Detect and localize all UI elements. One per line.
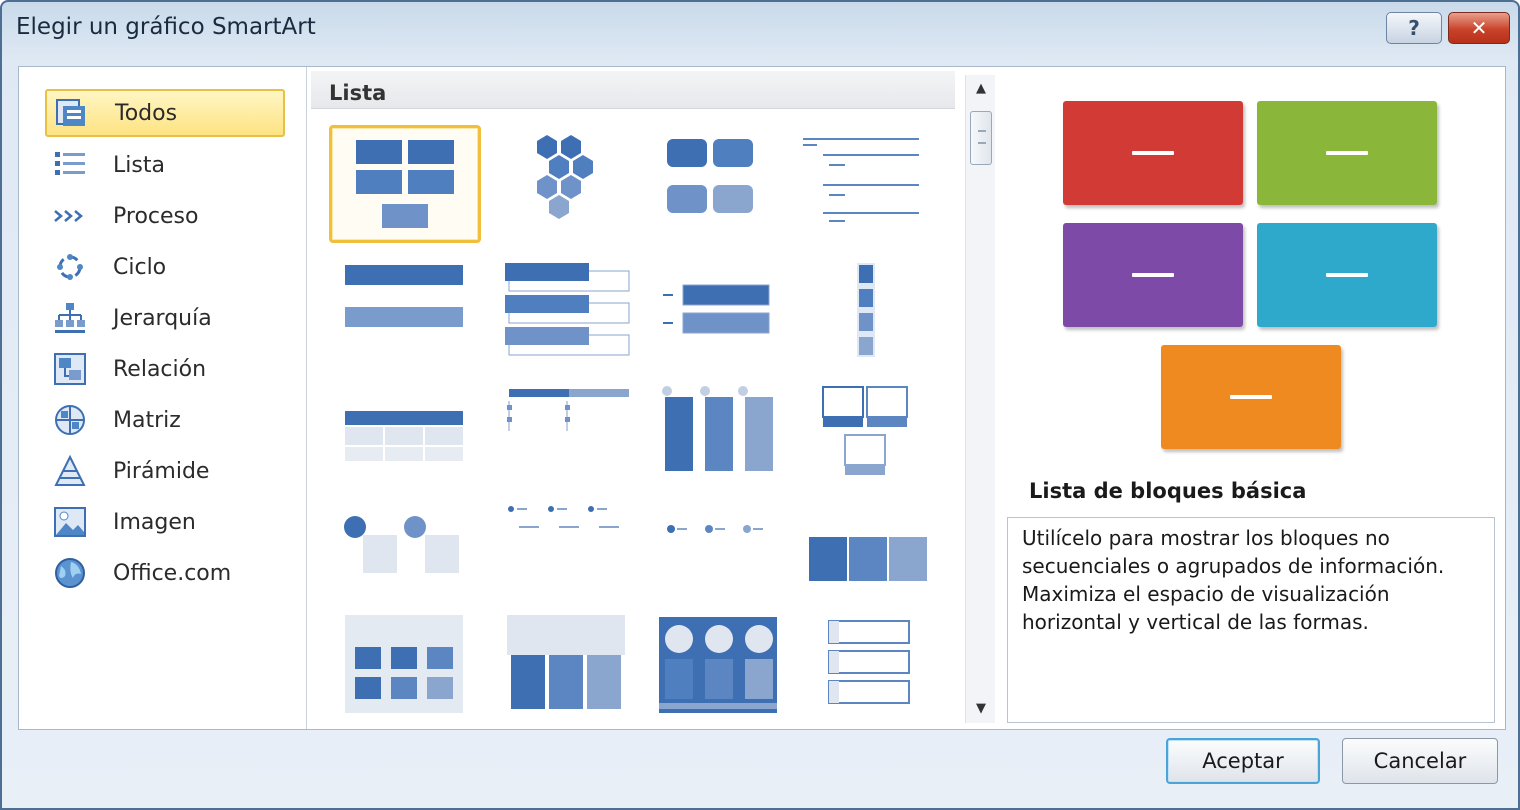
dash-icon [1326,273,1368,277]
category-label: Lista [113,152,165,178]
category-item-relacion[interactable]: Relación [45,345,285,393]
dash-icon [1230,395,1272,399]
dash-icon [1132,273,1174,277]
list-icon [51,146,89,184]
layout-tile-hexagon-cluster[interactable] [487,125,639,243]
dash-icon [1326,151,1368,155]
category-item-lista[interactable]: Lista [45,141,285,189]
category-label: Pirámide [113,458,210,484]
layout-tile-lined-list[interactable] [793,125,945,243]
layout-tile-circle-columns[interactable] [639,607,791,725]
process-icon [51,197,89,235]
layout-tile-vertical-bars[interactable] [639,379,791,497]
layout-tile-rounded-block-grid[interactable] [639,125,791,243]
preview-block [1161,345,1341,449]
matrix-icon [51,401,89,439]
category-item-piramide[interactable]: Pirámide [45,447,285,495]
scroll-down-icon[interactable]: ▼ [966,695,996,723]
scrollbar-thumb[interactable] [970,111,992,165]
category-label: Matriz [113,407,181,433]
title-bar: Elegir un gráfico SmartArt ? ✕ [2,2,1518,54]
category-label: Todos [115,100,178,126]
preview-block [1063,101,1243,205]
dialog-window: Elegir un gráfico SmartArt ? ✕ Todos Lis… [0,0,1520,810]
layout-tile-segmented-bar[interactable] [793,499,945,617]
layout-tile-grid-matrix-list[interactable] [329,607,481,725]
layout-tile-label-bars[interactable] [639,253,791,371]
close-button[interactable]: ✕ [1448,12,1510,44]
help-button[interactable]: ? [1386,12,1442,44]
layout-tile-table-list[interactable] [329,379,481,497]
accept-button[interactable]: Aceptar [1166,738,1320,784]
preview-pane: Lista de bloques básica Utilícelo para m… [1005,67,1505,729]
grip-icon [978,130,986,144]
layout-tile-timeline[interactable] [487,379,639,497]
layout-description: Utilícelo para mostrar los bloques no se… [1007,517,1495,723]
category-label: Imagen [113,509,196,535]
dialog-body: Todos Lista Proceso Ciclo Jerarquía Rela… [18,66,1506,730]
scroll-up-icon[interactable]: ▲ [966,75,996,103]
hierarchy-icon [51,299,89,337]
cycle-icon [51,248,89,286]
layout-tile-dot-sequence[interactable] [639,499,791,617]
gallery-header: Lista [311,71,955,109]
relationship-icon [51,350,89,388]
gallery-scrollbar[interactable]: ▲ ▼ [965,75,995,723]
layout-tile-horizontal-bars[interactable] [329,253,481,371]
layout-tile-circle-accent-list[interactable] [329,499,481,617]
category-label: Jerarquía [113,305,212,331]
picture-icon [51,503,89,541]
help-icon: ? [1408,16,1420,40]
pyramid-icon [51,452,89,490]
cancel-button[interactable]: Cancelar [1342,738,1498,784]
layout-tile-vertical-stack[interactable] [793,253,945,371]
category-item-imagen[interactable]: Imagen [45,498,285,546]
category-item-proceso[interactable]: Proceso [45,192,285,240]
dash-icon [1132,151,1174,155]
preview-block [1257,101,1437,205]
preview-block [1063,223,1243,327]
preview-block [1257,223,1437,327]
layout-gallery: Lista ▲ ▼ [309,67,999,729]
close-icon: ✕ [1470,16,1488,40]
category-item-matriz[interactable]: Matriz [45,396,285,444]
category-list: Todos Lista Proceso Ciclo Jerarquía Rela… [23,67,307,729]
category-item-todos[interactable]: Todos [45,89,285,137]
layout-tile-picture-boxes[interactable] [793,379,945,497]
category-label: Proceso [113,203,199,229]
office-com-icon [51,554,89,592]
category-item-office-com[interactable]: Office.com [45,549,285,597]
layout-tile-header-columns[interactable] [487,607,639,725]
category-item-jerarquia[interactable]: Jerarquía [45,294,285,342]
layout-tile-dot-labels[interactable] [487,499,639,617]
all-icon [53,94,91,132]
layout-title: Lista de bloques básica [1029,479,1307,503]
category-label: Ciclo [113,254,167,280]
category-label: Relación [113,356,207,382]
layout-tile-tab-list[interactable] [793,607,945,725]
layout-tile-stacked-bars[interactable] [487,253,639,371]
category-label: Office.com [113,560,232,586]
layout-tile-basic-block-list[interactable] [329,125,481,243]
dialog-title: Elegir un gráfico SmartArt [16,14,316,40]
category-item-ciclo[interactable]: Ciclo [45,243,285,291]
